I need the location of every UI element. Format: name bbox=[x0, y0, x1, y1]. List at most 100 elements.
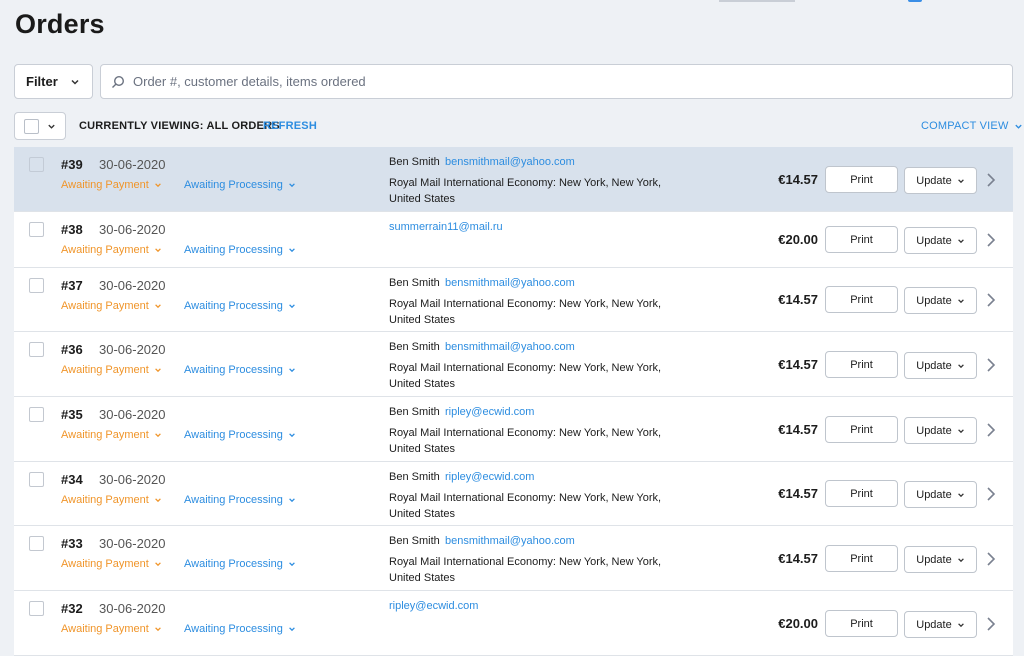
print-button[interactable]: Print bbox=[825, 545, 898, 572]
fulfillment-status-dropdown[interactable]: Awaiting Processing bbox=[184, 364, 296, 376]
print-button[interactable]: Print bbox=[825, 416, 898, 443]
order-number: #32 bbox=[61, 601, 83, 616]
order-date: 30-06-2020 bbox=[99, 472, 166, 487]
page-title: Orders bbox=[15, 9, 105, 39]
order-row[interactable]: #33 30-06-2020 Awaiting Payment Awaiting… bbox=[14, 526, 1013, 591]
payment-status-dropdown[interactable]: Awaiting Payment bbox=[61, 300, 162, 312]
print-button[interactable]: Print bbox=[825, 166, 898, 193]
update-button[interactable]: Update bbox=[904, 417, 977, 444]
update-button[interactable]: Update bbox=[904, 227, 977, 254]
search-input[interactable] bbox=[133, 74, 993, 89]
chevron-down-icon bbox=[957, 298, 964, 303]
viewing-label: CURRENTLY VIEWING: ALL ORDERS bbox=[79, 120, 280, 132]
customer-email[interactable]: bensmithmail@yahoo.com bbox=[445, 156, 575, 168]
update-button[interactable]: Update bbox=[904, 167, 977, 194]
customer-email[interactable]: ripley@ecwid.com bbox=[445, 471, 534, 483]
order-row[interactable]: #39 30-06-2020 Awaiting Payment Awaiting… bbox=[14, 147, 1013, 212]
order-row[interactable]: #34 30-06-2020 Awaiting Payment Awaiting… bbox=[14, 462, 1013, 526]
chevron-down-icon bbox=[957, 428, 964, 433]
order-number: #39 bbox=[61, 157, 83, 172]
fulfillment-status-dropdown[interactable]: Awaiting Processing bbox=[184, 558, 296, 570]
fulfillment-status-dropdown[interactable]: Awaiting Processing bbox=[184, 244, 296, 256]
print-button[interactable]: Print bbox=[825, 480, 898, 507]
payment-status-dropdown[interactable]: Awaiting Payment bbox=[61, 623, 162, 635]
order-number: #34 bbox=[61, 472, 83, 487]
payment-status-label: Awaiting Payment bbox=[61, 623, 149, 635]
row-checkbox[interactable] bbox=[29, 601, 44, 616]
refresh-link[interactable]: REFRESH bbox=[263, 120, 317, 132]
update-button[interactable]: Update bbox=[904, 611, 977, 638]
print-button[interactable]: Print bbox=[825, 286, 898, 313]
search-box[interactable] bbox=[100, 64, 1013, 99]
customer-email[interactable]: summerrain11@mail.ru bbox=[389, 221, 503, 233]
select-all-dropdown[interactable] bbox=[14, 112, 66, 140]
order-total: €20.00 bbox=[778, 232, 818, 247]
customer-email[interactable]: ripley@ecwid.com bbox=[389, 600, 478, 612]
filter-button[interactable]: Filter bbox=[14, 64, 93, 99]
order-row[interactable]: #35 30-06-2020 Awaiting Payment Awaiting… bbox=[14, 397, 1013, 462]
select-all-checkbox[interactable] bbox=[24, 118, 39, 134]
row-checkbox[interactable] bbox=[29, 407, 44, 422]
chevron-right-icon[interactable] bbox=[985, 486, 997, 502]
chevron-down-icon bbox=[957, 363, 964, 368]
order-row[interactable]: #38 30-06-2020 Awaiting Payment Awaiting… bbox=[14, 212, 1013, 268]
print-label: Print bbox=[850, 358, 873, 371]
order-row[interactable]: #36 30-06-2020 Awaiting Payment Awaiting… bbox=[14, 332, 1013, 397]
payment-status-dropdown[interactable]: Awaiting Payment bbox=[61, 364, 162, 376]
chevron-right-icon[interactable] bbox=[985, 616, 997, 632]
order-row[interactable]: #37 30-06-2020 Awaiting Payment Awaiting… bbox=[14, 268, 1013, 332]
order-number: #33 bbox=[61, 536, 83, 551]
update-button[interactable]: Update bbox=[904, 352, 977, 379]
customer-email[interactable]: bensmithmail@yahoo.com bbox=[445, 341, 575, 353]
chevron-right-icon[interactable] bbox=[985, 292, 997, 308]
chevron-right-icon[interactable] bbox=[985, 232, 997, 248]
chevron-down-icon bbox=[1014, 124, 1022, 129]
print-button[interactable]: Print bbox=[825, 610, 898, 637]
fulfillment-status-dropdown[interactable]: Awaiting Processing bbox=[184, 623, 296, 635]
shipping-info: Royal Mail International Economy: New Yo… bbox=[389, 362, 662, 390]
fulfillment-status-label: Awaiting Processing bbox=[184, 429, 283, 441]
payment-status-dropdown[interactable]: Awaiting Payment bbox=[61, 558, 162, 570]
customer-email[interactable]: bensmithmail@yahoo.com bbox=[445, 277, 575, 289]
fulfillment-status-dropdown[interactable]: Awaiting Processing bbox=[184, 429, 296, 441]
row-checkbox[interactable] bbox=[29, 472, 44, 487]
row-checkbox[interactable] bbox=[29, 342, 44, 357]
order-total: €14.57 bbox=[778, 172, 818, 187]
row-checkbox[interactable] bbox=[29, 157, 44, 172]
chevron-right-icon[interactable] bbox=[985, 422, 997, 438]
fulfillment-status-dropdown[interactable]: Awaiting Processing bbox=[184, 300, 296, 312]
print-button[interactable]: Print bbox=[825, 351, 898, 378]
row-checkbox[interactable] bbox=[29, 536, 44, 551]
customer-name: Ben Smith bbox=[389, 406, 440, 418]
chevron-right-icon[interactable] bbox=[985, 551, 997, 567]
chevron-down-icon bbox=[155, 304, 161, 309]
payment-status-dropdown[interactable]: Awaiting Payment bbox=[61, 429, 162, 441]
print-button[interactable]: Print bbox=[825, 226, 898, 253]
fulfillment-status-dropdown[interactable]: Awaiting Processing bbox=[184, 494, 296, 506]
order-date: 30-06-2020 bbox=[99, 157, 166, 172]
order-row[interactable]: #32 30-06-2020 Awaiting Payment Awaiting… bbox=[14, 591, 1013, 656]
order-total: €14.57 bbox=[778, 357, 818, 372]
chevron-down-icon bbox=[957, 492, 964, 497]
order-total: €14.57 bbox=[778, 422, 818, 437]
order-total: €20.00 bbox=[778, 616, 818, 631]
chevron-right-icon[interactable] bbox=[985, 357, 997, 373]
row-checkbox[interactable] bbox=[29, 222, 44, 237]
update-button[interactable]: Update bbox=[904, 481, 977, 508]
payment-status-dropdown[interactable]: Awaiting Payment bbox=[61, 179, 162, 191]
customer-email[interactable]: bensmithmail@yahoo.com bbox=[445, 535, 575, 547]
update-button[interactable]: Update bbox=[904, 287, 977, 314]
fulfillment-status-dropdown[interactable]: Awaiting Processing bbox=[184, 179, 296, 191]
chevron-right-icon[interactable] bbox=[985, 172, 997, 188]
customer-email[interactable]: ripley@ecwid.com bbox=[445, 406, 534, 418]
shipping-info: Royal Mail International Economy: New Yo… bbox=[389, 298, 662, 326]
chevron-down-icon bbox=[48, 124, 55, 129]
payment-status-dropdown[interactable]: Awaiting Payment bbox=[61, 494, 162, 506]
compact-view-toggle[interactable]: COMPACT VIEW bbox=[921, 120, 1023, 132]
update-label: Update bbox=[916, 424, 952, 437]
payment-status-dropdown[interactable]: Awaiting Payment bbox=[61, 244, 162, 256]
row-checkbox[interactable] bbox=[29, 278, 44, 293]
update-label: Update bbox=[916, 234, 952, 247]
payment-status-label: Awaiting Payment bbox=[61, 429, 149, 441]
update-button[interactable]: Update bbox=[904, 546, 977, 573]
